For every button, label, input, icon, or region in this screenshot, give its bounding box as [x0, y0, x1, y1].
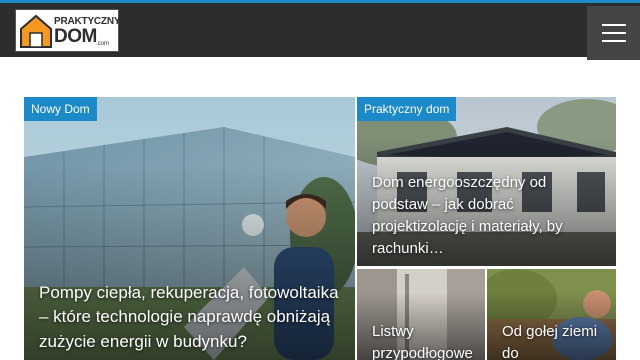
article-tile[interactable]: Listwy przypodłogowe [357, 269, 485, 360]
article-title[interactable]: Pompy ciepła, rekuperacja, fotowoltaika … [39, 281, 340, 355]
featured-article-main[interactable]: Nowy Dom Pompy ciepła, rekuperacja, foto… [24, 97, 355, 360]
article-title[interactable]: Dom energooszczędny od podstaw – jak dob… [372, 172, 596, 260]
menu-button[interactable] [587, 6, 640, 60]
hamburger-icon [602, 24, 626, 26]
house-icon [20, 14, 52, 48]
category-badge[interactable]: Praktyczny dom [357, 97, 457, 121]
site-logo[interactable]: PRAKTYCZNY DOM .com [15, 9, 121, 52]
category-badge[interactable]: Nowy Dom [24, 97, 97, 121]
featured-article-secondary[interactable]: Praktyczny dom Dom energooszczędny od po… [357, 97, 616, 266]
hamburger-icon-bar [602, 32, 626, 34]
article-title[interactable]: Listwy przypodłogowe [372, 321, 481, 360]
logo-text-domain: .com [96, 41, 110, 47]
site-header: PRAKTYCZNY DOM .com [0, 3, 640, 60]
article-title[interactable]: Od gołej ziemi do [502, 321, 612, 360]
logo-text-main: DOM [54, 26, 97, 47]
article-tile[interactable]: Od gołej ziemi do [487, 269, 616, 360]
hamburger-icon-bar [602, 40, 626, 42]
